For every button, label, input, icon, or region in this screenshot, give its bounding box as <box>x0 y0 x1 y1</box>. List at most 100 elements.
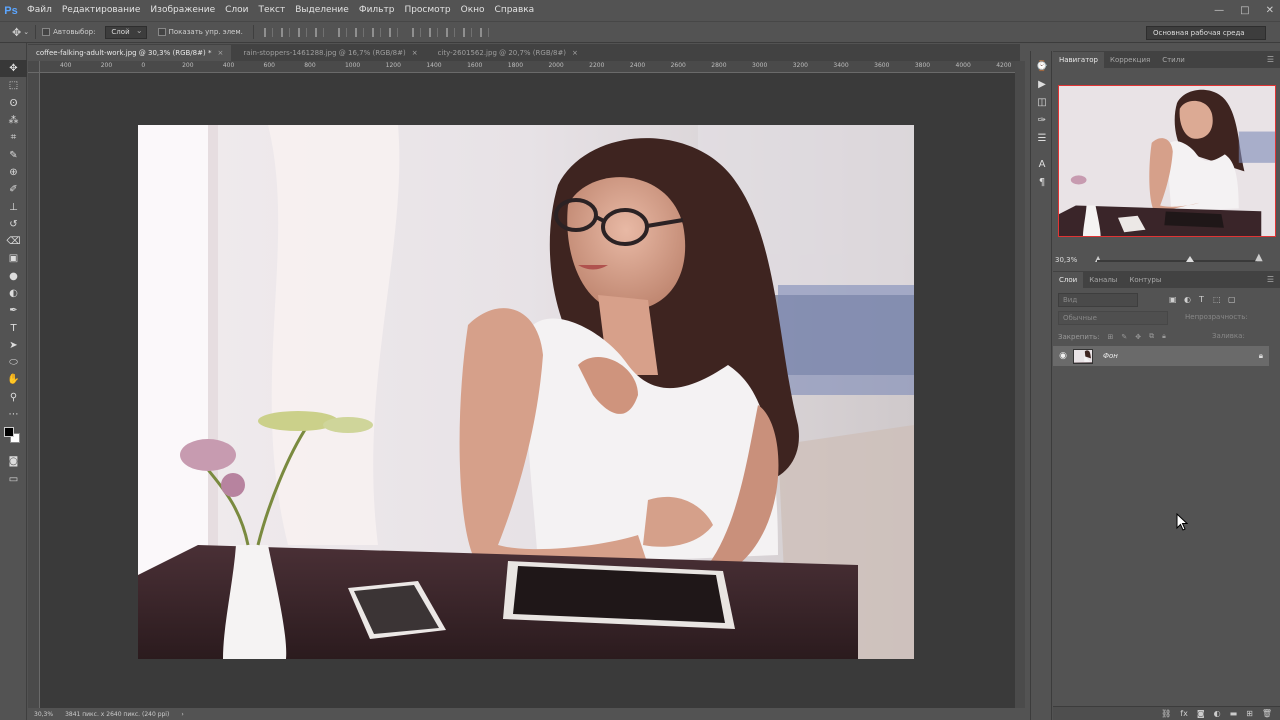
eyedropper-tool-icon[interactable]: ✎ <box>0 146 27 163</box>
brush-icon[interactable]: ✑ <box>1031 111 1053 129</box>
align-option-icon[interactable] <box>411 27 421 37</box>
gradient-tool-icon[interactable]: ▣ <box>0 250 27 267</box>
menu-item-6[interactable]: Фильтр <box>354 0 400 21</box>
layers-panel-menu-icon[interactable]: ☰ <box>1267 275 1274 284</box>
filter-smart-icon[interactable]: ▢ <box>1228 295 1236 304</box>
align-option-icon[interactable] <box>479 27 489 37</box>
filter-adjust-icon[interactable]: ◐ <box>1184 295 1191 304</box>
layer-filter-field[interactable]: Вид <box>1058 293 1138 307</box>
layer-style-icon[interactable]: fx <box>1180 709 1188 718</box>
lock-all-icon[interactable]: 🔒︎ <box>1162 332 1166 341</box>
layer-name[interactable]: Фон <box>1103 352 1118 360</box>
pen-tool-icon[interactable]: ✒ <box>0 302 27 319</box>
canvas-area[interactable] <box>40 73 1015 708</box>
align-option-icon[interactable] <box>263 27 273 37</box>
auto-select-checkbox[interactable] <box>42 28 51 36</box>
menu-item-9[interactable]: Справка <box>490 0 540 21</box>
status-arrow-icon[interactable]: › <box>181 711 183 718</box>
close-tab-icon[interactable]: × <box>572 49 578 57</box>
character-icon[interactable]: A <box>1031 155 1053 173</box>
quick-mask-icon[interactable]: ◙ <box>0 453 27 470</box>
magic-wand-tool-icon[interactable]: ⁂ <box>0 112 27 129</box>
menu-item-2[interactable]: Изображение <box>145 0 220 21</box>
menu-item-0[interactable]: Файл <box>22 0 57 21</box>
panel-menu-icon[interactable]: ☰ <box>1267 55 1274 64</box>
actions-icon[interactable]: ▶ <box>1031 75 1053 93</box>
filter-pixel-icon[interactable]: ▣ <box>1169 295 1177 304</box>
document-image[interactable] <box>138 125 914 659</box>
tab-layers[interactable]: Слои <box>1053 272 1084 288</box>
maximize-button[interactable]: □ <box>1240 5 1249 16</box>
new-group-icon[interactable]: ▬ <box>1230 709 1238 718</box>
align-option-icon[interactable] <box>337 27 347 37</box>
horizontal-ruler[interactable]: 400 200 0 200 400 600 800 1000 1200 1400 1600 1800 2… <box>40 61 1015 73</box>
screen-mode-icon[interactable]: ▭ <box>0 471 27 488</box>
auto-select-combo[interactable]: Слой <box>105 25 147 39</box>
menu-item-8[interactable]: Окно <box>456 0 490 21</box>
vertical-scrollbar[interactable] <box>1015 61 1025 708</box>
minimize-button[interactable]: — <box>1214 5 1224 16</box>
history-icon[interactable]: ⌚ <box>1031 57 1053 75</box>
history-brush-tool-icon[interactable]: ↺ <box>0 216 27 233</box>
close-tab-icon[interactable]: × <box>217 49 223 57</box>
menu-item-5[interactable]: Выделение <box>290 0 354 21</box>
adjust-icon[interactable]: ◫ <box>1031 93 1053 111</box>
lock-pixels-icon[interactable]: ✎ <box>1121 333 1127 341</box>
lock-position-icon[interactable]: ✥ <box>1135 333 1141 341</box>
shape-tool-icon[interactable]: ⬭ <box>0 354 27 371</box>
filter-type-icon[interactable]: T <box>1199 295 1204 304</box>
link-layers-icon[interactable]: ⛓ <box>1161 709 1171 718</box>
align-option-icon[interactable] <box>428 27 438 37</box>
tab-navigator[interactable]: Навигатор <box>1053 52 1104 68</box>
tab-paths[interactable]: Контуры <box>1123 272 1167 288</box>
hand-tool-icon[interactable]: ✋ <box>0 371 27 388</box>
paragraph-icon[interactable]: ¶ <box>1031 173 1053 191</box>
close-button[interactable]: ✕ <box>1266 5 1274 16</box>
zoom-tool-icon[interactable]: ⚲ <box>0 389 27 406</box>
menu-item-3[interactable]: Слои <box>220 0 253 21</box>
brush-tool-icon[interactable]: ✐ <box>0 181 27 198</box>
vertical-ruler[interactable] <box>28 73 40 708</box>
marquee-tool-icon[interactable]: ⬚ <box>0 77 27 94</box>
align-option-icon[interactable] <box>354 27 364 37</box>
menu-item-4[interactable]: Текст <box>254 0 291 21</box>
align-option-icon[interactable] <box>314 27 324 37</box>
eraser-tool-icon[interactable]: ⌫ <box>0 233 27 250</box>
eye-icon[interactable]: ◉ <box>1053 351 1073 361</box>
navigator-zoom-value[interactable]: 30,3% <box>1055 256 1077 264</box>
zoom-in-icon[interactable]: ▲ <box>1255 252 1263 263</box>
document-tab[interactable]: city-2601562.jpg @ 20,7% (RGB/8#) × <box>429 45 586 61</box>
more-tool-icon[interactable]: ⋯ <box>0 406 27 423</box>
lock-artboard-icon[interactable]: ⧉ <box>1149 332 1154 341</box>
show-transform-checkbox[interactable] <box>157 28 166 36</box>
align-option-icon[interactable] <box>445 27 455 37</box>
type-tool-icon[interactable]: T <box>0 319 27 336</box>
menu-item-1[interactable]: Редактирование <box>57 0 146 21</box>
stamp-tool-icon[interactable]: ⊥ <box>0 198 27 215</box>
blur-tool-icon[interactable]: ● <box>0 268 27 285</box>
tab-adjustments[interactable]: Коррекция <box>1104 52 1156 68</box>
navigator-zoom-slider[interactable] <box>1097 260 1257 262</box>
tab-channels[interactable]: Каналы <box>1083 272 1123 288</box>
lock-transparent-icon[interactable]: ⊞ <box>1107 333 1113 341</box>
status-zoom[interactable]: 30,3% <box>34 711 53 718</box>
document-tab[interactable]: rain-stoppers-1461288.jpg @ 16,7% (RGB/8… <box>235 45 426 61</box>
layer-row[interactable]: ◉ Фон 🔒︎ <box>1053 346 1269 366</box>
navigator-preview[interactable] <box>1058 85 1276 237</box>
new-layer-icon[interactable]: ⊞ <box>1246 709 1253 718</box>
align-option-icon[interactable] <box>388 27 398 37</box>
move-tool-icon[interactable]: ✥ <box>0 60 27 78</box>
move-icon[interactable]: ✥ <box>12 26 21 39</box>
align-option-icon[interactable] <box>371 27 381 37</box>
menu-item-7[interactable]: Просмотр <box>399 0 455 21</box>
tab-styles[interactable]: Стили <box>1156 52 1191 68</box>
filter-shape-icon[interactable]: ⬚ <box>1213 295 1221 304</box>
workspace-combo[interactable]: Основная рабочая среда <box>1146 26 1266 40</box>
navigator-zoom-knob[interactable] <box>1185 256 1194 262</box>
color-swatches[interactable] <box>0 423 27 453</box>
tool-preset-dropdown[interactable]: ⌄ <box>23 28 29 36</box>
document-tab[interactable]: coffee-falking-adult-work.jpg @ 30,3% (R… <box>28 45 232 61</box>
dodge-tool-icon[interactable]: ◐ <box>0 285 27 302</box>
align-option-icon[interactable] <box>297 27 307 37</box>
close-tab-icon[interactable]: × <box>412 49 418 57</box>
